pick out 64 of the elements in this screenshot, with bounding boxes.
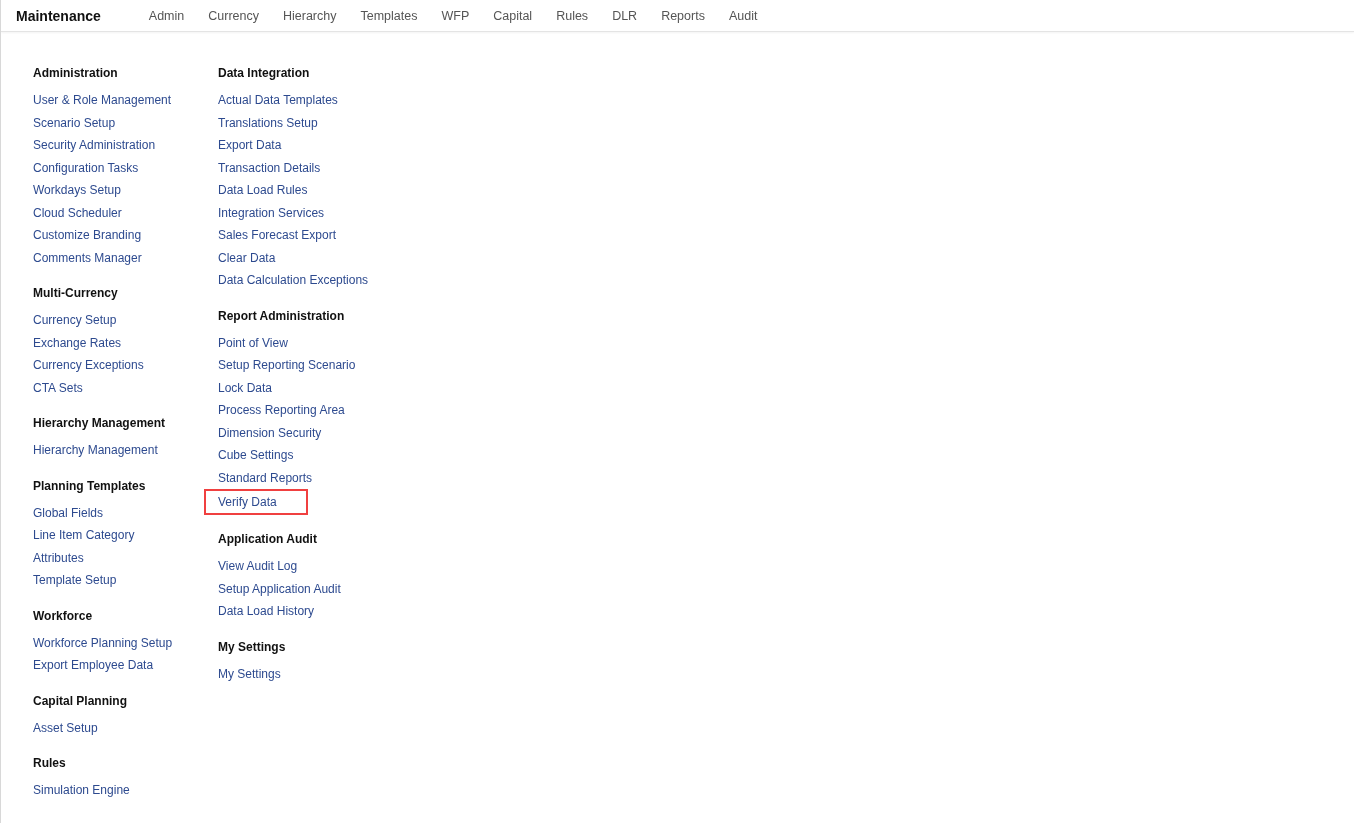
- section-heading: Rules: [33, 755, 67, 771]
- menu-link[interactable]: Currency Exceptions: [33, 354, 144, 377]
- section-heading: Application Audit: [218, 531, 318, 547]
- menu-link[interactable]: Lock Data: [218, 376, 273, 399]
- section-heading: Capital Planning: [33, 692, 128, 709]
- nav-tab[interactable]: Admin: [136, 8, 197, 23]
- nav-tab[interactable]: DLR: [600, 8, 650, 23]
- menu-link[interactable]: Translations Setup: [218, 111, 318, 134]
- menu-link[interactable]: Workdays Setup: [33, 179, 121, 202]
- menu-link[interactable]: Export Data: [218, 134, 282, 157]
- menu-link[interactable]: Simulation Engine: [33, 779, 130, 802]
- nav-tab[interactable]: Capital: [481, 8, 545, 23]
- menu-link[interactable]: Cube Settings: [218, 444, 294, 467]
- menu-link[interactable]: Sales Forecast Export: [218, 224, 337, 247]
- menu-link[interactable]: Data Load History: [218, 600, 315, 623]
- menu-link[interactable]: Customize Branding: [33, 224, 142, 247]
- menu-link[interactable]: Exchange Rates: [33, 331, 122, 354]
- menu-link[interactable]: Data Calculation Exceptions: [218, 269, 369, 292]
- nav-tab[interactable]: Reports: [649, 8, 717, 23]
- menu-link[interactable]: Line Item Category: [33, 524, 135, 547]
- section-heading: My Settings: [218, 638, 287, 655]
- section-heading: Workforce: [33, 607, 94, 624]
- menu-link[interactable]: Currency Setup: [33, 309, 117, 332]
- menu-link[interactable]: Setup Application Audit: [218, 577, 341, 600]
- menu-link[interactable]: Export Employee Data: [33, 654, 154, 677]
- nav-tab[interactable]: Audit: [716, 8, 770, 23]
- menu-link[interactable]: Actual Data Templates: [218, 89, 338, 112]
- menu-link[interactable]: Workforce Planning Setup: [33, 631, 173, 654]
- menu-link[interactable]: Attributes: [33, 546, 84, 569]
- section-heading: Report Administration: [218, 307, 346, 324]
- highlighted-menu-link[interactable]: Verify Data: [204, 489, 308, 515]
- menu-link[interactable]: User & Role Management: [33, 89, 172, 112]
- menu-link[interactable]: Setup Reporting Scenario: [218, 354, 356, 377]
- section-heading: Planning Templates: [33, 477, 147, 494]
- section-heading: Data Integration: [218, 65, 311, 81]
- menu-link[interactable]: View Audit Log: [218, 555, 298, 578]
- section-heading: Hierarchy Management: [33, 415, 167, 431]
- menu-link[interactable]: Global Fields: [33, 501, 104, 524]
- menu-link[interactable]: My Settings: [218, 662, 281, 685]
- nav-tab[interactable]: Rules: [544, 8, 601, 23]
- menu-link[interactable]: Dimension Security: [218, 421, 322, 444]
- menu-link[interactable]: CTA Sets: [33, 376, 83, 399]
- nav-tab[interactable]: WFP: [429, 8, 482, 23]
- menu-link[interactable]: Security Administration: [33, 134, 156, 157]
- menu-link[interactable]: Point of View: [218, 331, 288, 354]
- menu-link[interactable]: Data Load Rules: [218, 179, 308, 202]
- nav-tab[interactable]: Templates: [348, 8, 430, 23]
- menu-link[interactable]: Asset Setup: [33, 716, 98, 739]
- nav-tab[interactable]: Hierarchy: [270, 8, 349, 23]
- section-heading: Multi-Currency: [33, 285, 119, 301]
- menu-link[interactable]: Configuration Tasks: [33, 156, 139, 179]
- menu-link[interactable]: Standard Reports: [218, 466, 313, 489]
- menu-link[interactable]: Scenario Setup: [33, 111, 116, 134]
- menu-link[interactable]: Template Setup: [33, 569, 117, 592]
- menu-link[interactable]: Cloud Scheduler: [33, 201, 122, 224]
- menu-link[interactable]: Process Reporting Area: [218, 399, 345, 422]
- menu-link[interactable]: Hierarchy Management: [33, 439, 158, 462]
- menu-link[interactable]: Transaction Details: [218, 156, 321, 179]
- menu-link[interactable]: Clear Data: [218, 246, 276, 269]
- app-title: Maintenance: [16, 7, 101, 24]
- menu-link[interactable]: Comments Manager: [33, 246, 142, 269]
- section-heading: Administration: [33, 65, 119, 81]
- nav-tab[interactable]: Currency: [196, 8, 271, 23]
- menu-link[interactable]: Integration Services: [218, 201, 325, 224]
